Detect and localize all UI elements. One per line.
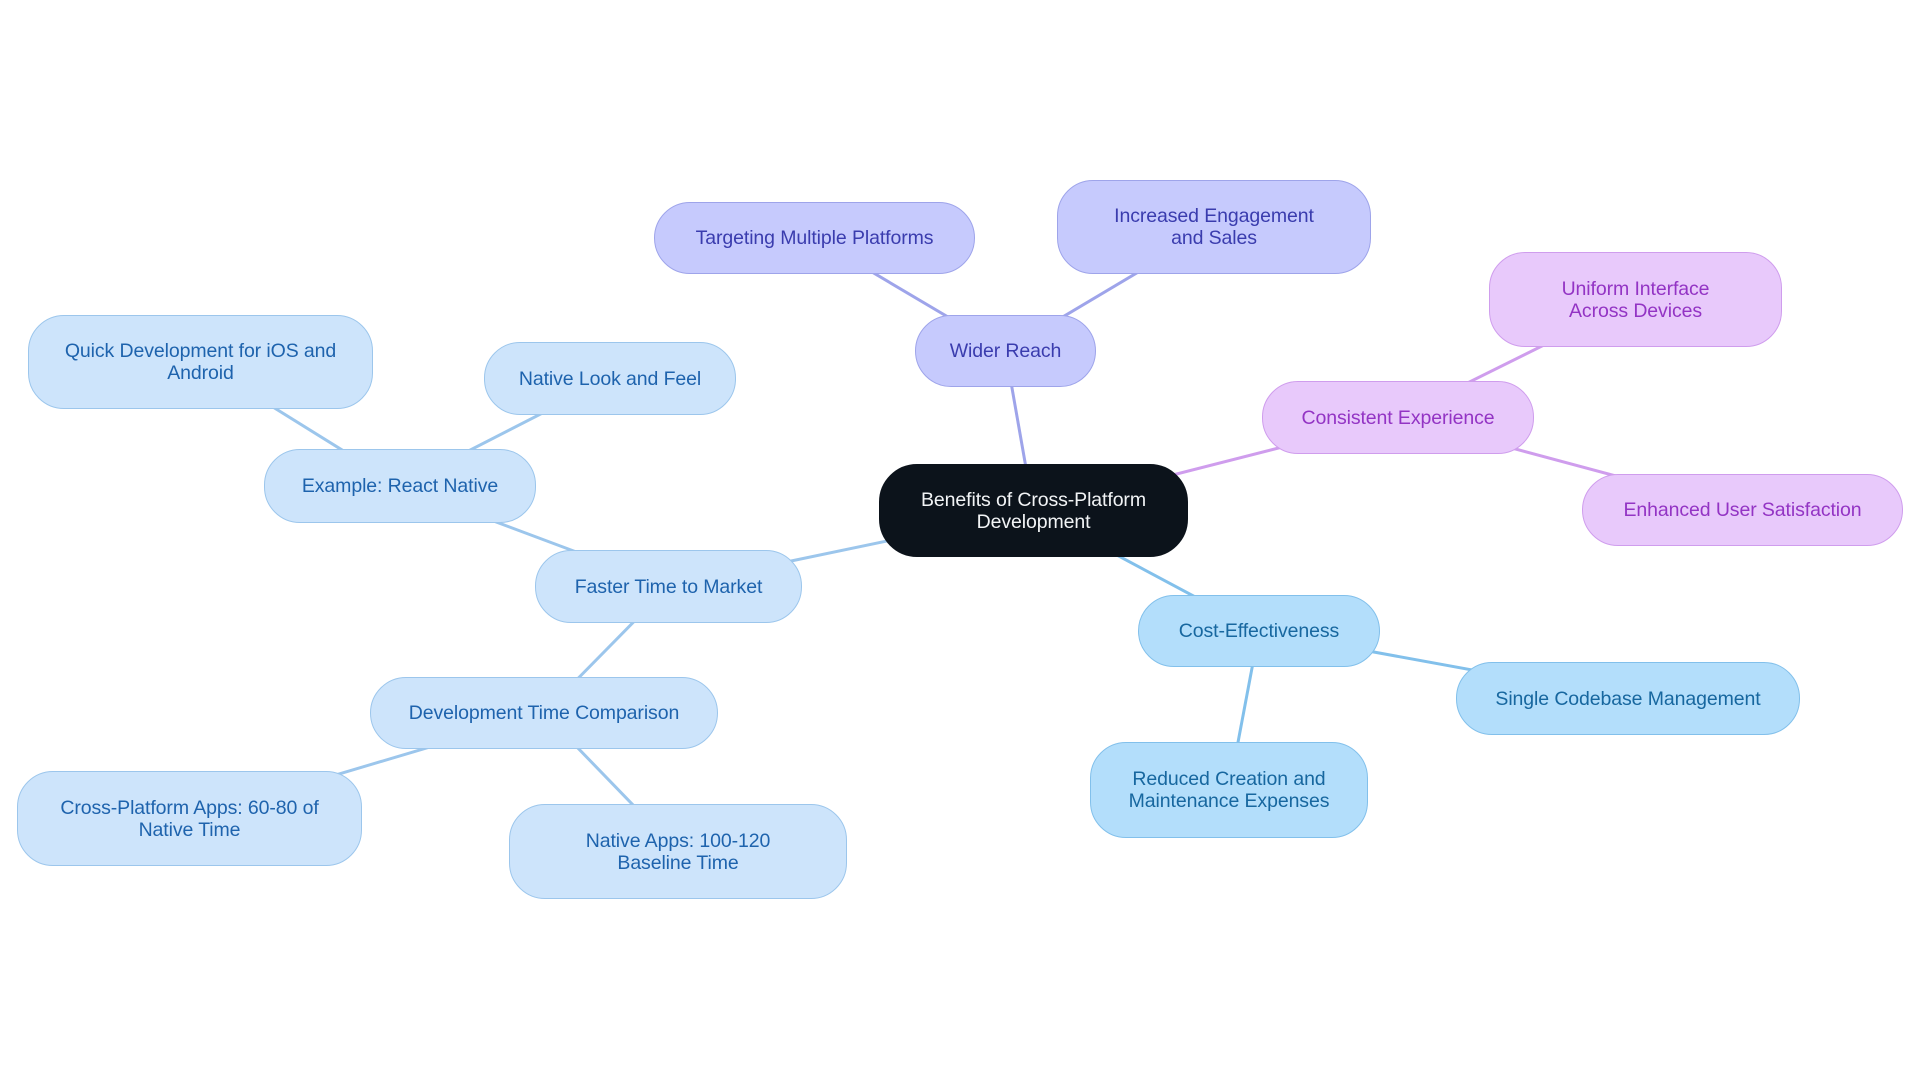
node-targeting-multiple-platforms[interactable]: Targeting Multiple Platforms [654,202,975,274]
node-label: Enhanced User Satisfaction [1623,499,1862,521]
node-label: Increased Engagement and Sales [1114,205,1314,249]
node-development-time-comparison[interactable]: Development Time Comparison [370,677,718,749]
node-label: Wider Reach [949,340,1062,362]
node-reduced-expenses[interactable]: Reduced Creation and Maintenance Expense… [1090,742,1368,838]
node-label: Targeting Multiple Platforms [695,227,934,249]
node-enhanced-user-satisfaction[interactable]: Enhanced User Satisfaction [1582,474,1903,546]
root-label: Benefits of Cross-Platform Development [921,488,1146,533]
node-consistent-experience[interactable]: Consistent Experience [1262,381,1534,454]
node-label: Quick Development for iOS and Android [64,340,337,384]
node-example-react-native[interactable]: Example: React Native [264,449,536,523]
node-label: Reduced Creation and Maintenance Expense… [1128,768,1330,812]
node-cross-platform-apps-time[interactable]: Cross-Platform Apps: 60-80 of Native Tim… [17,771,362,866]
root-node[interactable]: Benefits of Cross-Platform Development [879,464,1188,557]
node-faster-time-to-market[interactable]: Faster Time to Market [535,550,802,623]
node-single-codebase[interactable]: Single Codebase Management [1456,662,1800,735]
node-label: Example: React Native [301,475,499,497]
node-label: Faster Time to Market [574,575,763,598]
node-label: Uniform Interface Across Devices [1561,277,1710,322]
node-quick-development[interactable]: Quick Development for iOS and Android [28,315,373,409]
node-label: Cross-Platform Apps: 60-80 of Native Tim… [60,796,319,841]
node-native-apps-time[interactable]: Native Apps: 100-120 Baseline Time [509,804,847,899]
node-label: Development Time Comparison [408,702,680,724]
node-label: Cost-Effectiveness [1178,620,1340,642]
node-label: Native Apps: 100-120 Baseline Time [585,829,771,874]
node-label: Consistent Experience [1301,406,1495,429]
node-native-look-and-feel[interactable]: Native Look and Feel [484,342,736,415]
node-increased-engagement[interactable]: Increased Engagement and Sales [1057,180,1371,274]
node-uniform-interface[interactable]: Uniform Interface Across Devices [1489,252,1782,347]
node-label: Single Codebase Management [1495,687,1761,710]
node-label: Native Look and Feel [518,367,702,390]
node-wider-reach[interactable]: Wider Reach [915,315,1096,387]
node-cost-effectiveness[interactable]: Cost-Effectiveness [1138,595,1380,667]
